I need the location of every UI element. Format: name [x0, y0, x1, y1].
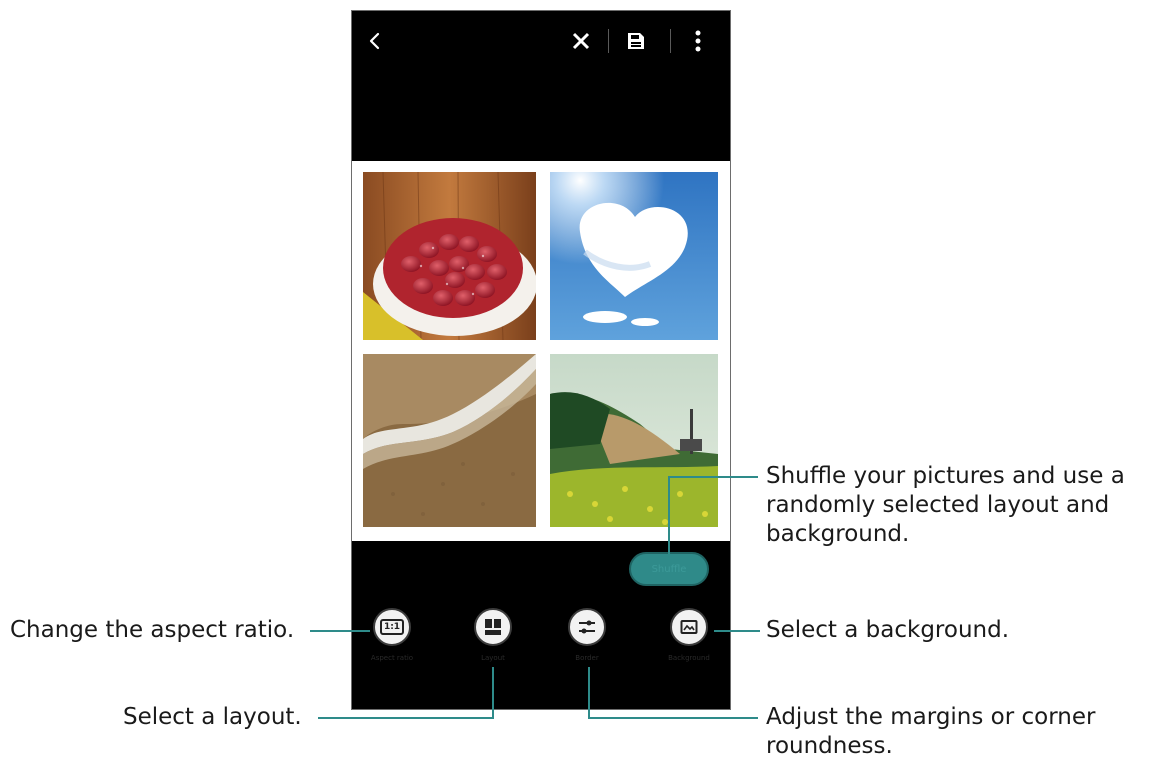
phone-screen: Shuffle 1:1 Aspect ratio Layout Border B… [351, 10, 731, 710]
callout-border: Adjust the margins or corner roundness. [766, 703, 1095, 761]
collage-photo-beach-wave[interactable] [363, 354, 536, 527]
border-sliders-icon [568, 608, 606, 646]
border-button[interactable]: Border [547, 608, 627, 662]
toolbar-divider [608, 29, 609, 53]
callout-line-border-vertical [588, 667, 590, 719]
callout-layout: Select a layout. [123, 704, 302, 730]
layout-label: Layout [481, 654, 505, 662]
aspect-ratio-label: Aspect ratio [370, 654, 414, 662]
callout-line-shuffle-vertical [668, 476, 670, 556]
callout-line-border-horizontal [588, 717, 758, 719]
background-image-icon [670, 608, 708, 646]
border-label: Border [575, 654, 599, 662]
back-button[interactable] [360, 23, 390, 59]
shuffle-button-label: Shuffle [651, 563, 687, 575]
collage-photo-heart-cloud[interactable] [550, 172, 718, 340]
layout-icon [474, 608, 512, 646]
callout-shuffle: Shuffle your pictures and use a randomly… [766, 462, 1125, 549]
collage-photo-strawberry-tart[interactable] [363, 172, 536, 340]
aspect-ratio-button[interactable]: 1:1 Aspect ratio [352, 608, 432, 662]
photo-icon [363, 172, 536, 340]
background-button[interactable]: Background [649, 608, 729, 662]
more-vertical-icon [695, 30, 701, 52]
background-label: Background [668, 654, 710, 662]
discard-button[interactable] [567, 23, 595, 59]
photo-icon [550, 172, 718, 340]
callout-line-layout-vertical [492, 667, 494, 719]
collage-canvas[interactable] [352, 161, 730, 541]
more-options-button[interactable] [686, 23, 710, 59]
close-icon [572, 32, 590, 50]
callout-border-line2: roundness. [766, 733, 893, 759]
callout-background: Select a background. [766, 617, 1010, 643]
photo-icon [550, 354, 718, 527]
callout-aspect-ratio: Change the aspect ratio. [10, 617, 295, 643]
callout-line-aspect-ratio [310, 630, 370, 632]
chevron-left-icon [369, 32, 380, 50]
callout-shuffle-line3: background. [766, 521, 910, 547]
action-bar [352, 11, 730, 73]
callout-line-shuffle-horizontal [668, 476, 758, 478]
toolbar-divider [670, 29, 671, 53]
callout-shuffle-line1: Shuffle your pictures and use a [766, 463, 1125, 489]
collage-photo-hillside-meadow[interactable] [550, 354, 718, 527]
callout-line-background [714, 630, 760, 632]
callout-shuffle-line2: randomly selected layout and [766, 492, 1110, 518]
shuffle-button[interactable]: Shuffle [629, 552, 709, 586]
layout-button[interactable]: Layout [453, 608, 533, 662]
save-button[interactable] [622, 23, 650, 59]
save-icon [628, 33, 644, 49]
callout-line-layout-horizontal [318, 717, 494, 719]
callout-border-line1: Adjust the margins or corner [766, 704, 1096, 730]
aspect-ratio-icon: 1:1 [373, 608, 411, 646]
photo-icon [363, 354, 536, 527]
